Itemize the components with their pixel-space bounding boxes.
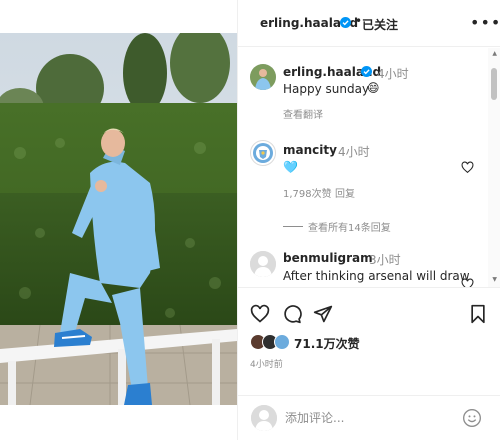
caption-text: Happy sunday: [283, 82, 370, 96]
post-actions: 71.1万次赞 4小时前: [238, 287, 500, 395]
default-avatar-icon: [250, 251, 276, 277]
post-photo[interactable]: [0, 33, 237, 405]
comment-composer: [238, 395, 500, 440]
likes-count[interactable]: 71.1万次赞: [294, 335, 360, 352]
mancity-crest-icon: [253, 143, 273, 163]
see-translation-link[interactable]: 查看翻译: [283, 106, 323, 121]
add-comment-input[interactable]: [285, 406, 455, 430]
save-bookmark-icon[interactable]: [468, 304, 488, 324]
post-media-pane: [0, 0, 237, 440]
comment-username[interactable]: benmuligram: [283, 251, 373, 265]
verified-badge-icon: [361, 66, 372, 77]
grinning-emoji-icon: 😄: [367, 81, 380, 95]
following-button[interactable]: 已关注: [362, 16, 398, 33]
default-avatar-icon: [251, 405, 277, 431]
scroll-up-arrow-icon[interactable]: ▲: [492, 50, 497, 57]
post-timestamp[interactable]: 4小时前: [250, 357, 283, 370]
current-user-avatar: [251, 405, 277, 431]
comment-likes[interactable]: 1,798次赞: [283, 185, 332, 200]
post-detail-panel: erling.haaland • 已关注 ••• erling.haaland: [237, 0, 500, 440]
post-photo-illustration: [0, 33, 237, 405]
comment-bubble-icon[interactable]: [282, 304, 302, 324]
replies-divider: [283, 226, 303, 227]
share-send-icon[interactable]: [313, 304, 333, 324]
comments-list: erling.haaland 4小时 Happy sunday 😄 查看翻译 m…: [238, 48, 500, 287]
reply-button[interactable]: 回复: [335, 185, 355, 200]
comment-like-heart-icon[interactable]: [461, 278, 474, 287]
mancity-avatar[interactable]: [250, 140, 276, 166]
view-replies-link[interactable]: 查看所有14条回复: [308, 219, 391, 234]
post-header: erling.haaland • 已关注 •••: [238, 0, 500, 47]
comment-like-heart-icon[interactable]: [461, 161, 474, 174]
caption-time[interactable]: 4小时: [377, 65, 409, 82]
comment-username[interactable]: mancity: [283, 143, 337, 157]
emoji-picker-icon[interactable]: [462, 408, 482, 428]
author-avatar[interactable]: [250, 64, 276, 90]
benmuligram-avatar[interactable]: [250, 251, 276, 277]
author-avatar-image: [250, 64, 276, 90]
scrollbar-thumb[interactable]: [491, 68, 497, 100]
comment-time[interactable]: 4小时: [338, 143, 370, 160]
comment-text: 🩵: [283, 160, 298, 174]
scroll-down-arrow-icon[interactable]: ▼: [492, 276, 497, 283]
liked-by-avatars[interactable]: [250, 334, 300, 350]
liker-avatar: [274, 334, 290, 350]
more-dots-icon[interactable]: •••: [470, 13, 500, 32]
verified-badge-icon: [340, 17, 351, 28]
comment-time[interactable]: 3小时: [369, 251, 401, 268]
comment-text: After thinking arsenal will draw: [283, 269, 470, 283]
like-heart-icon[interactable]: [250, 304, 270, 324]
